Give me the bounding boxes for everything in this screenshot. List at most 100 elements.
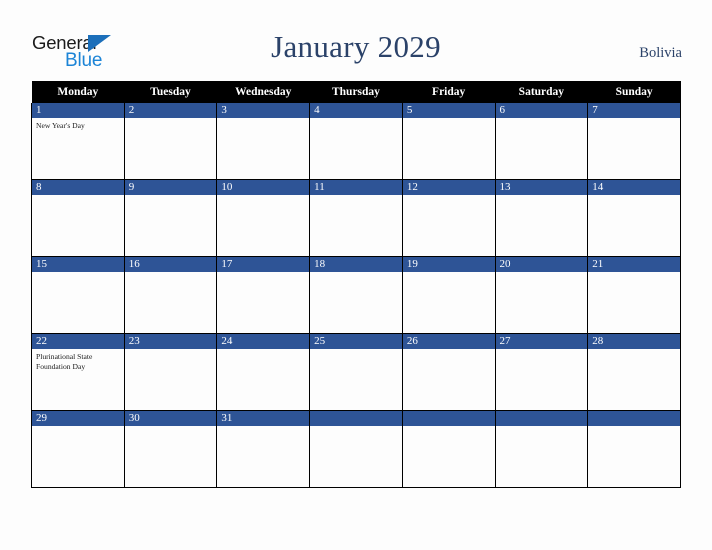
calendar-day-cell[interactable]: 9: [123, 179, 218, 257]
calendar-day-cell[interactable]: 23: [123, 333, 218, 411]
day-number: 8: [32, 180, 124, 195]
day-number: 21: [588, 257, 680, 272]
day-number: 26: [403, 334, 495, 349]
day-number: 28: [588, 334, 680, 349]
day-number: 29: [32, 411, 124, 426]
calendar-day-cell[interactable]: 28: [587, 333, 681, 411]
day-cell-content: 22 Plurinational State Foundation Day: [32, 334, 124, 410]
day-cell-content: 6: [496, 103, 587, 179]
day-number: [403, 411, 495, 426]
calendar-day-cell[interactable]: 7: [587, 103, 681, 180]
calendar-day-cell[interactable]: 26: [401, 333, 496, 411]
day-number: 9: [125, 180, 216, 195]
day-cell-content: 9: [125, 180, 216, 256]
day-cell-content: 1 New Year's Day: [32, 103, 124, 179]
day-number: 27: [496, 334, 587, 349]
calendar-day-cell[interactable]: 6: [494, 103, 589, 180]
calendar-day-cell[interactable]: 16: [123, 256, 218, 334]
weekday-header-saturday: Saturday: [495, 81, 588, 103]
day-number: [496, 411, 587, 426]
calendar-day-cell[interactable]: 1 New Year's Day: [31, 103, 125, 180]
day-cell-content: [403, 411, 495, 487]
day-number: 12: [403, 180, 495, 195]
calendar-day-cell[interactable]: 31: [216, 410, 311, 488]
event-label: New Year's Day: [36, 121, 85, 130]
calendar-day-cell[interactable]: 10: [216, 179, 311, 257]
day-cell-content: 8: [32, 180, 124, 256]
day-number: 18: [310, 257, 402, 272]
page-title: January 2029: [271, 29, 441, 64]
calendar-day-cell[interactable]: 2: [123, 103, 218, 180]
day-cell-content: 13: [496, 180, 587, 256]
day-number: 1: [32, 103, 124, 118]
day-cell-content: 30: [125, 411, 216, 487]
day-number: 7: [588, 103, 680, 118]
calendar-day-cell[interactable]: 17: [216, 256, 311, 334]
day-number: 31: [217, 411, 309, 426]
calendar-day-cell[interactable]: 12: [401, 179, 496, 257]
weekday-header-monday: Monday: [31, 81, 125, 103]
day-cell-content: 12: [403, 180, 495, 256]
calendar-day-cell[interactable]: 20: [494, 256, 589, 334]
calendar-day-cell[interactable]: 24: [216, 333, 311, 411]
calendar-day-cell[interactable]: 19: [401, 256, 496, 334]
day-number: 4: [310, 103, 402, 118]
weekday-header-friday: Friday: [402, 81, 496, 103]
calendar-day-cell[interactable]: 13: [494, 179, 589, 257]
calendar-day-cell[interactable]: 22 Plurinational State Foundation Day: [31, 333, 125, 411]
day-number: 25: [310, 334, 402, 349]
calendar-week-row: 22 Plurinational State Foundation Day 23 24…: [31, 333, 681, 411]
weekday-header-sunday: Sunday: [587, 81, 681, 103]
day-cell-content: 25: [310, 334, 402, 410]
calendar-day-cell[interactable]: 18: [309, 256, 403, 334]
day-number: 16: [125, 257, 216, 272]
calendar-empty-cell: [587, 410, 681, 488]
day-cell-content: [588, 411, 680, 487]
day-number: 14: [588, 180, 680, 195]
calendar-day-cell[interactable]: 4: [309, 103, 403, 180]
calendar-day-cell[interactable]: 29: [31, 410, 125, 488]
day-cell-content: 5: [403, 103, 495, 179]
weekday-header-wednesday: Wednesday: [216, 81, 310, 103]
day-cell-content: 26: [403, 334, 495, 410]
calendar-day-cell[interactable]: 25: [309, 333, 403, 411]
calendar-day-cell[interactable]: 27: [494, 333, 589, 411]
day-number: 11: [310, 180, 402, 195]
day-number: 20: [496, 257, 587, 272]
day-cell-content: [496, 411, 587, 487]
day-cell-content: [310, 411, 402, 487]
calendar-empty-cell: [401, 410, 496, 488]
day-cell-content: 23: [125, 334, 216, 410]
day-number: [588, 411, 680, 426]
day-cell-content: 16: [125, 257, 216, 333]
day-number: 3: [217, 103, 309, 118]
calendar-day-cell[interactable]: 8: [31, 179, 125, 257]
calendar-day-cell[interactable]: 21: [587, 256, 681, 334]
day-number: 6: [496, 103, 587, 118]
calendar-grid: Monday Tuesday Wednesday Thursday Friday Satu…: [31, 81, 681, 488]
day-cell-content: 19: [403, 257, 495, 333]
weekday-header-tuesday: Tuesday: [124, 81, 217, 103]
day-cell-content: 18: [310, 257, 402, 333]
event-label: Plurinational State Foundation Day: [36, 352, 93, 371]
day-cell-content: 27: [496, 334, 587, 410]
day-cell-content: 21: [588, 257, 680, 333]
calendar-day-cell[interactable]: 15: [31, 256, 125, 334]
calendar-day-cell[interactable]: 14: [587, 179, 681, 257]
day-cell-content: 3: [217, 103, 309, 179]
country-label: Bolivia: [639, 45, 682, 61]
calendar-day-cell[interactable]: 3: [216, 103, 311, 180]
calendar-day-cell[interactable]: 11: [309, 179, 403, 257]
calendar-day-cell[interactable]: 5: [401, 103, 496, 180]
day-number: 15: [32, 257, 124, 272]
calendar-empty-cell: [309, 410, 403, 488]
day-cell-content: 20: [496, 257, 587, 333]
day-number: 2: [125, 103, 216, 118]
day-events: New Year's Day: [32, 118, 123, 131]
weekday-header-thursday: Thursday: [309, 81, 403, 103]
calendar-week-row: 8 9 10 11 12 13 14: [31, 179, 681, 257]
day-number: 17: [217, 257, 309, 272]
calendar-week-row: 1 New Year's Day 2 3 4 5 6 7: [31, 103, 681, 180]
calendar-day-cell[interactable]: 30: [123, 410, 218, 488]
day-cell-content: 10: [217, 180, 309, 256]
